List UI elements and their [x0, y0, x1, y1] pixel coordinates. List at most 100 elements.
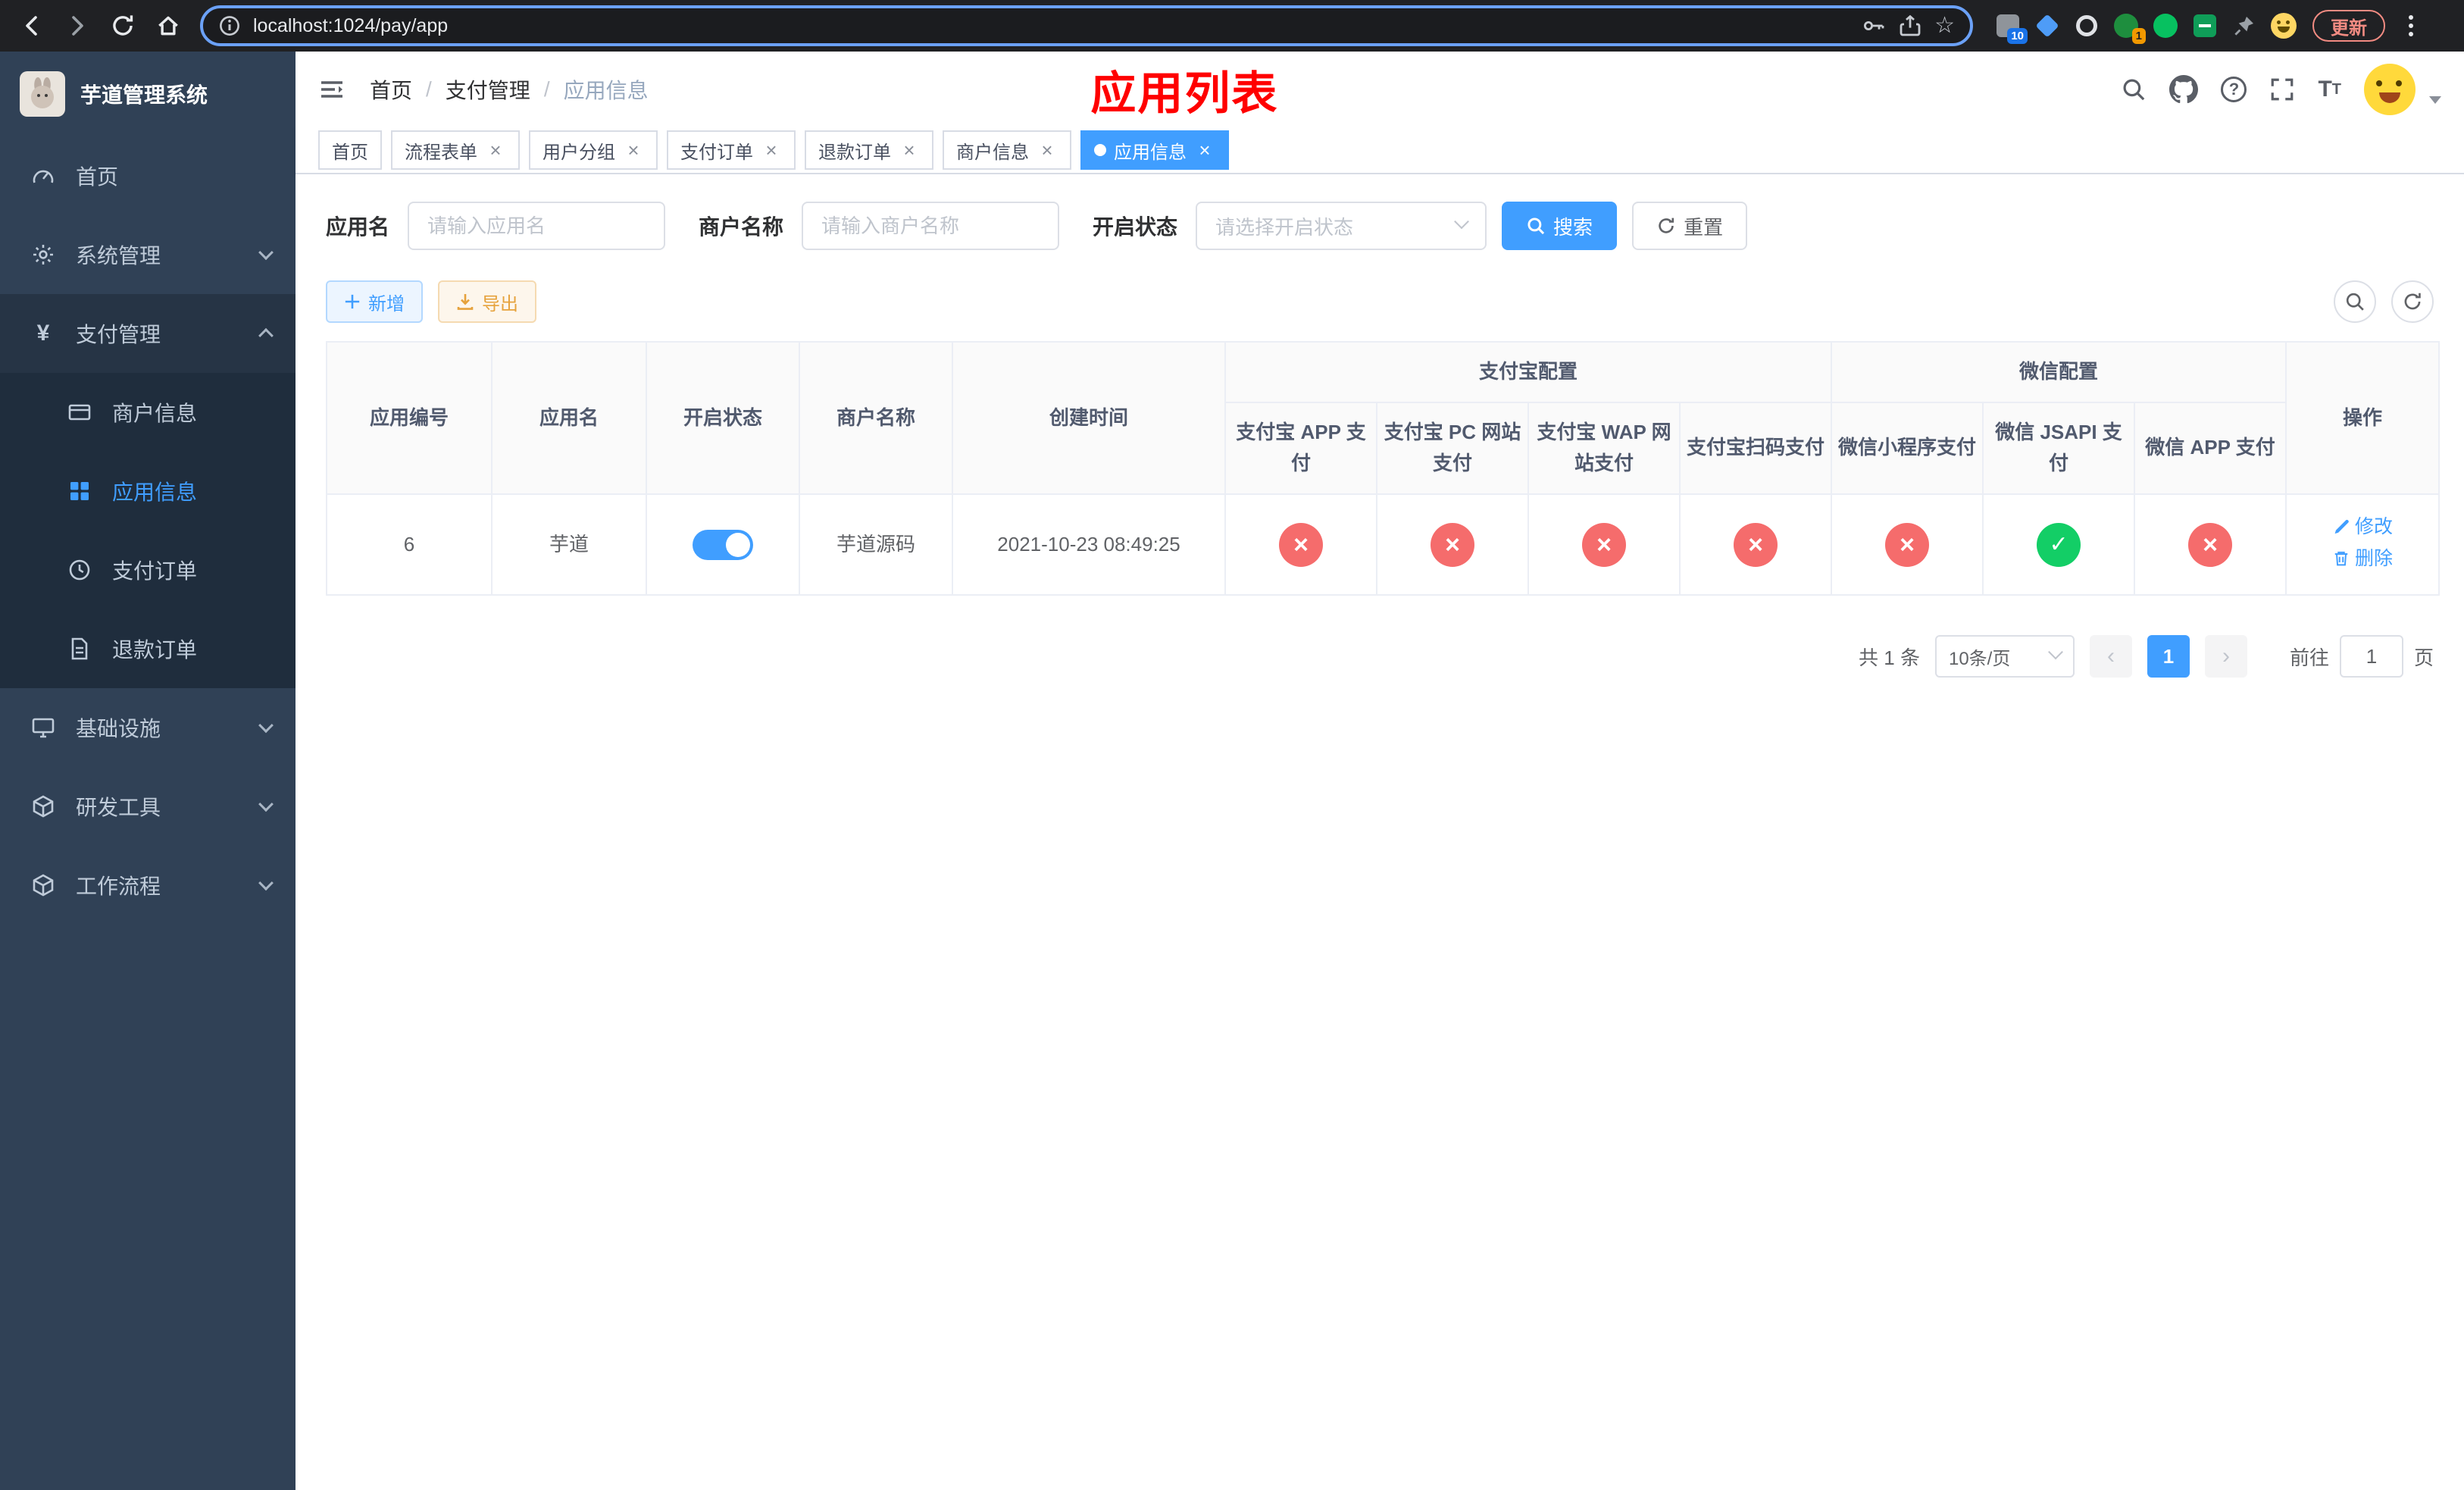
table-row: 6 芋道 芋道源码 2021-10-23 08:49:25 × × × × × …	[326, 493, 2441, 596]
extension-record-icon[interactable]	[2073, 12, 2100, 39]
sidebar-item-infra[interactable]: 基础设施	[0, 688, 295, 767]
sidebar-item-app-info[interactable]: 应用信息	[0, 452, 295, 531]
col-wx-app: 微信 APP 支付	[2134, 401, 2287, 495]
extension-wechat-icon[interactable]	[2152, 12, 2179, 39]
home-icon[interactable]	[149, 6, 188, 45]
current-page-button[interactable]: 1	[2147, 635, 2190, 678]
extension-doc-icon[interactable]	[2191, 12, 2219, 39]
hamburger-icon[interactable]	[318, 76, 346, 103]
tab-label: 流程表单	[405, 142, 477, 163]
avatar-caret-icon[interactable]	[2429, 96, 2441, 104]
extension-green-icon[interactable]: 1	[2112, 12, 2146, 44]
search-button[interactable]: 搜索	[1502, 202, 1618, 250]
sidebar-item-label: 工作流程	[76, 875, 161, 898]
chevron-down-icon	[258, 245, 274, 261]
add-button[interactable]: 新增	[326, 280, 423, 323]
enable-toggle[interactable]	[693, 530, 753, 561]
sidebar-item-label: 基础设施	[76, 717, 161, 740]
reset-button[interactable]: 重置	[1632, 202, 1748, 250]
sidebar-item-payment[interactable]: ¥ 支付管理	[0, 294, 295, 373]
tab-refund-orders[interactable]: 退款订单	[805, 130, 933, 170]
navbar-actions: TT	[2121, 64, 2441, 115]
close-icon[interactable]	[623, 139, 644, 161]
delete-link[interactable]: 删除	[2332, 545, 2393, 574]
extension-diamond-icon[interactable]	[2034, 12, 2061, 39]
merchant-name-input[interactable]	[802, 202, 1060, 250]
tab-user-group[interactable]: 用户分组	[529, 130, 658, 170]
tab-app-info[interactable]: 应用信息	[1080, 130, 1229, 170]
export-button[interactable]: 导出	[438, 280, 536, 323]
tab-home[interactable]: 首页	[318, 130, 382, 170]
add-button-label: 新增	[368, 293, 405, 315]
browser-menu-icon[interactable]	[2397, 15, 2425, 36]
app-name-input[interactable]	[408, 202, 666, 250]
col-status: 开启状态	[646, 340, 800, 495]
status-label: 开启状态	[1093, 215, 1178, 239]
page-size-value: 10条/页	[1948, 648, 2011, 669]
address-bar[interactable]: localhost:1024/pay/app ☆	[200, 5, 1973, 46]
toggle-search-icon[interactable]	[2334, 280, 2376, 323]
app-logo[interactable]: 芋道管理系统	[0, 52, 295, 136]
font-size-icon[interactable]: TT	[2318, 78, 2341, 101]
search-icon[interactable]	[2121, 77, 2147, 102]
table-toolbar: 新增 导出	[326, 280, 2434, 323]
breadcrumb-home[interactable]: 首页	[370, 74, 412, 105]
close-icon[interactable]	[1194, 139, 1215, 161]
chrome-update-button[interactable]: 更新	[2312, 10, 2385, 42]
col-merchant: 商户名称	[799, 340, 953, 495]
sidebar-item-pay-orders[interactable]: 支付订单	[0, 531, 295, 609]
wx-app-status-icon	[2188, 522, 2233, 567]
sidebar-item-devtools[interactable]: 研发工具	[0, 767, 295, 846]
tab-merchant-info[interactable]: 商户信息	[943, 130, 1071, 170]
tab-pay-orders[interactable]: 支付订单	[667, 130, 796, 170]
profile-avatar-icon[interactable]	[2270, 12, 2297, 39]
refresh-table-icon[interactable]	[2391, 280, 2434, 323]
tab-process-form[interactable]: 流程表单	[391, 130, 520, 170]
close-icon[interactable]	[761, 139, 782, 161]
breadcrumb-separator: /	[543, 77, 550, 101]
pin-icon[interactable]	[2231, 12, 2258, 39]
document-icon	[67, 637, 92, 661]
col-wx-mini: 微信小程序支付	[1831, 401, 1984, 495]
close-icon[interactable]	[899, 139, 920, 161]
sidebar-item-label: 应用信息	[112, 480, 198, 504]
bookmark-star-icon[interactable]: ☆	[1934, 14, 1955, 37]
close-icon[interactable]	[1037, 139, 1058, 161]
forward-icon[interactable]	[58, 6, 97, 45]
edit-link[interactable]: 修改	[2332, 513, 2393, 542]
prev-page-button[interactable]	[2089, 635, 2132, 678]
sidebar-item-workflow[interactable]: 工作流程	[0, 846, 295, 925]
sidebar-item-merchant-info[interactable]: 商户信息	[0, 373, 295, 452]
dashboard-icon	[30, 164, 56, 188]
help-icon[interactable]	[2221, 77, 2247, 102]
active-dot-icon	[1094, 144, 1106, 156]
site-info-icon[interactable]	[218, 14, 241, 37]
sidebar-item-label: 支付管理	[76, 323, 161, 346]
breadcrumb: 首页 / 支付管理 / 应用信息	[370, 74, 649, 105]
goto-page-input[interactable]	[2339, 635, 2403, 678]
sidebar-item-home[interactable]: 首页	[0, 136, 295, 215]
next-page-button[interactable]	[2204, 635, 2247, 678]
sidebar-item-system[interactable]: 系统管理	[0, 215, 295, 294]
sidebar-item-refund-orders[interactable]: 退款订单	[0, 609, 295, 688]
github-icon[interactable]	[2169, 75, 2199, 104]
chevron-down-icon	[258, 875, 274, 891]
reload-icon[interactable]	[103, 6, 142, 45]
extension-puzzle-icon[interactable]: 10	[1994, 12, 2028, 44]
status-select[interactable]: 请选择开启状态	[1196, 202, 1487, 250]
close-icon[interactable]	[485, 139, 506, 161]
url-text[interactable]: localhost:1024/pay/app	[253, 15, 1850, 37]
browser-toolbar: localhost:1024/pay/app ☆ 10 1 更新	[0, 0, 2464, 52]
trash-icon	[2334, 552, 2348, 566]
password-key-icon[interactable]	[1862, 14, 1886, 38]
share-icon[interactable]	[1898, 14, 1922, 38]
fullscreen-icon[interactable]	[2269, 77, 2295, 102]
breadcrumb-payment[interactable]: 支付管理	[446, 74, 530, 105]
user-avatar[interactable]	[2364, 64, 2416, 115]
sidebar-item-label: 支付订单	[112, 559, 198, 583]
chevron-down-icon	[1454, 214, 1469, 230]
page-size-select[interactable]: 10条/页	[1934, 635, 2075, 678]
col-group-wechat: 微信配置	[1831, 341, 2287, 403]
back-icon[interactable]	[12, 6, 52, 45]
alipay-qr-status-icon	[1734, 522, 1778, 567]
